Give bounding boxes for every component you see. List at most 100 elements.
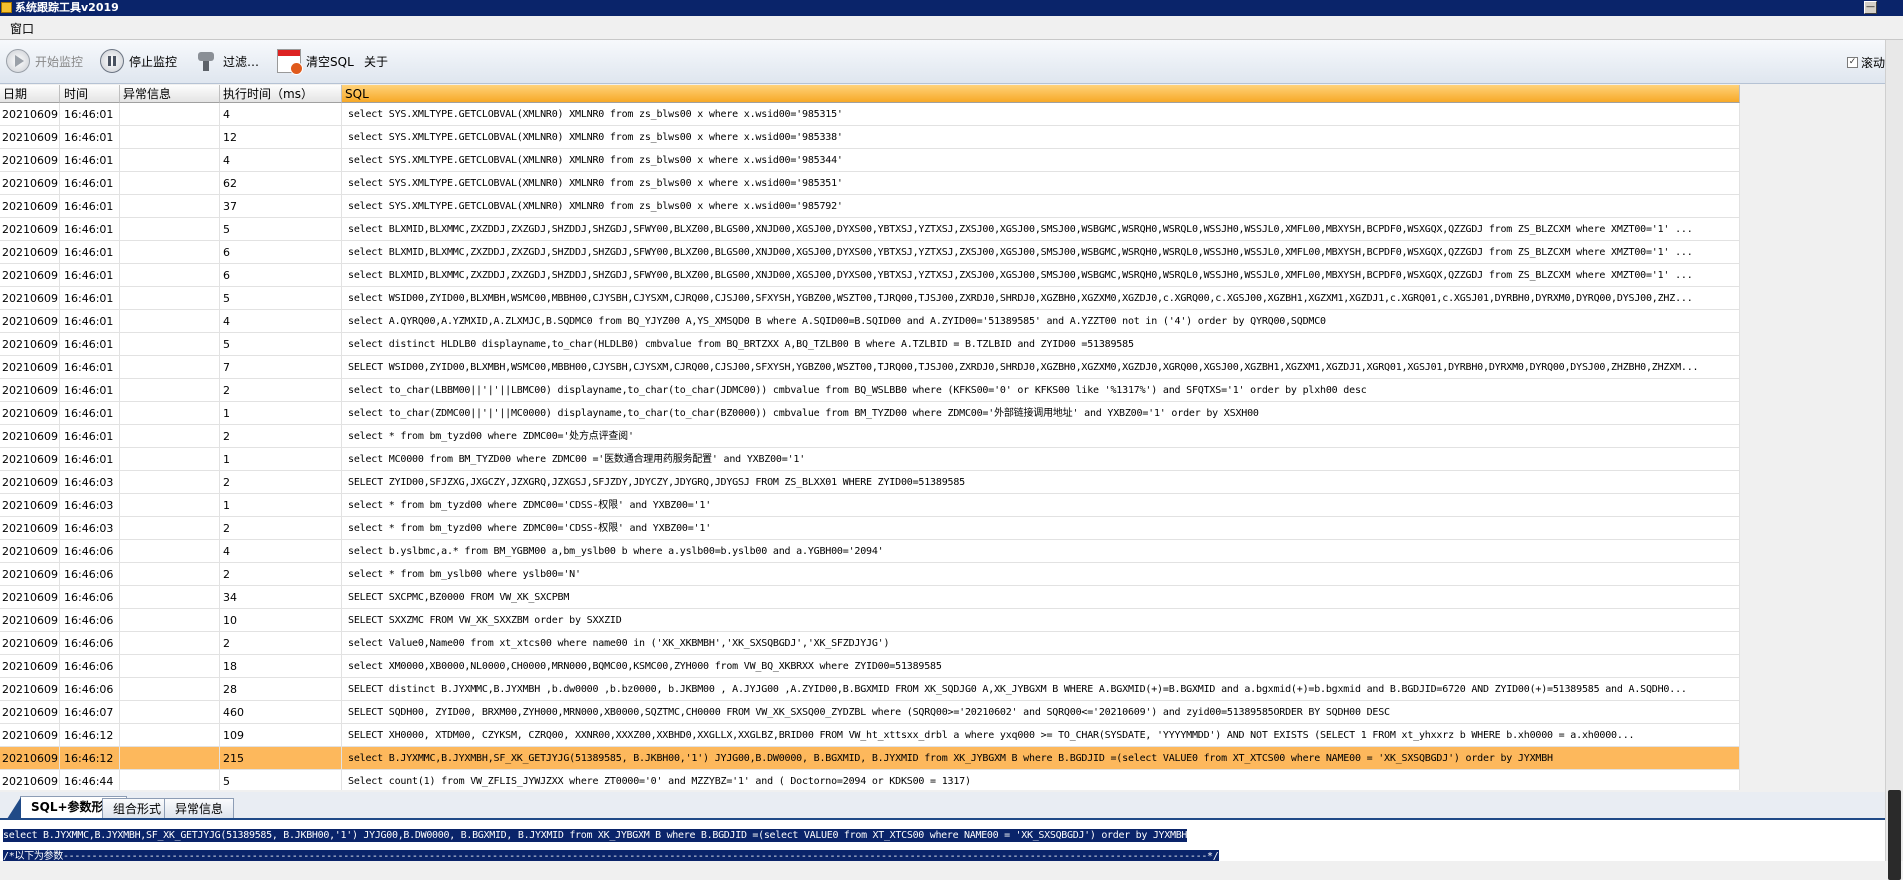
- cell-duration: 1: [220, 448, 342, 471]
- tab-exceptions[interactable]: 异常信息: [164, 798, 235, 818]
- table-row[interactable]: 20210609 16:46:12 215 select B.JYXMMC,B.JY…: [0, 747, 1740, 770]
- table-row[interactable]: 20210609 16:46:06 2 select * from bm_yslb00…: [0, 563, 1740, 586]
- table-row[interactable]: 20210609 16:46:01 4 select SYS.XMLTYPE.GETC…: [0, 103, 1740, 126]
- cell-sql: select WSID00,ZYID00,BLXMBH,WSMC00,MBBH0…: [342, 287, 1740, 310]
- cell-duration: 28: [220, 678, 342, 701]
- cell-duration: 2: [220, 379, 342, 402]
- cell-error: [120, 471, 220, 494]
- table-row[interactable]: 20210609 16:46:03 2 SELECT ZYID00,SFJZXG,JX…: [0, 471, 1740, 494]
- cell-time: 16:46:03: [60, 471, 120, 494]
- auto-scroll-label: 滚动: [1860, 56, 1885, 70]
- table-row[interactable]: 20210609 16:46:01 1 select MC0000 from BM_T…: [0, 448, 1740, 471]
- cell-error: [120, 103, 220, 126]
- cell-error: [120, 333, 220, 356]
- stop-monitor-button[interactable]: 停止监控: [100, 48, 177, 74]
- cell-time: 16:46:06: [60, 655, 120, 678]
- cell-duration: 4: [220, 310, 342, 333]
- cell-time: 16:46:06: [60, 609, 120, 632]
- table-row[interactable]: 20210609 16:46:06 28 SELECT distinct B.JYXM…: [0, 678, 1740, 701]
- cell-sql: SELECT ZYID00,SFJZXG,JXGCZY,JZXGRQ,JZXGS…: [342, 471, 1740, 494]
- cell-sql: select SYS.XMLTYPE.GETCLOBVAL(XMLNR0) XM…: [342, 172, 1740, 195]
- cell-duration: 2: [220, 471, 342, 494]
- column-header-sql[interactable]: SQL: [342, 85, 1740, 103]
- detail-tab-strip: SQL+参数形式 组合形式 异常信息: [0, 792, 1885, 820]
- cell-date: 20210609: [0, 264, 60, 287]
- about-button[interactable]: 关于: [364, 48, 388, 74]
- column-header-date[interactable]: 日期: [0, 85, 60, 103]
- column-header-duration[interactable]: 执行时间（ms）: [220, 85, 342, 103]
- table-row[interactable]: 20210609 16:46:06 34 SELECT SXCPMC,BZ0000 F…: [0, 586, 1740, 609]
- auto-scroll-checkbox[interactable]: ✓ 滚动: [1846, 54, 1885, 71]
- cell-date: 20210609: [0, 218, 60, 241]
- cell-duration: 34: [220, 586, 342, 609]
- cell-duration: 2: [220, 632, 342, 655]
- cell-error: [120, 563, 220, 586]
- cell-error: [120, 724, 220, 747]
- cell-duration: 6: [220, 264, 342, 287]
- table-row[interactable]: 20210609 16:46:06 2 select Value0,Name00 fr…: [0, 632, 1740, 655]
- column-header-time[interactable]: 时间: [60, 85, 120, 103]
- filter-button[interactable]: 过滤…: [194, 48, 259, 74]
- table-row[interactable]: 20210609 16:46:01 4 select A.QYRQ00,A.YZMXI…: [0, 310, 1740, 333]
- table-row[interactable]: 20210609 16:46:01 5 select WSID00,ZYID00,BL…: [0, 287, 1740, 310]
- cell-time: 16:46:06: [60, 632, 120, 655]
- table-row[interactable]: 20210609 16:46:12 109 SELECT XH0000, XTDM0…: [0, 724, 1740, 747]
- table-row[interactable]: 20210609 16:46:01 5 select distinct HLDLB0 …: [0, 333, 1740, 356]
- menu-window[interactable]: 窗口: [10, 20, 34, 37]
- cell-duration: 1: [220, 402, 342, 425]
- cell-duration: 4: [220, 103, 342, 126]
- stop-monitor-label: 停止监控: [129, 54, 178, 69]
- table-row[interactable]: 20210609 16:46:01 7 SELECT WSID00,ZYID00,BL…: [0, 356, 1740, 379]
- table-row[interactable]: 20210609 16:46:01 1 select to_char(ZDMC00||…: [0, 402, 1740, 425]
- table-row[interactable]: 20210609 16:46:44 5 Select count(1) from V…: [0, 770, 1740, 790]
- sql-detail-pane[interactable]: select B.JYXMMC,B.JYXMBH,SF_XK_GETJYJG(5…: [0, 820, 1885, 861]
- cell-date: 20210609: [0, 103, 60, 126]
- column-header-error[interactable]: 异常信息: [120, 85, 220, 103]
- cell-date: 20210609: [0, 540, 60, 563]
- filter-label: 过滤…: [223, 54, 260, 69]
- table-row[interactable]: 20210609 16:46:06 10 SELECT SXXZMC FROM VW_…: [0, 609, 1740, 632]
- toolbar: 开始监控 停止监控 过滤… 清空SQL 关于 ✓ 滚动: [0, 40, 1903, 84]
- clear-sql-button[interactable]: 清空SQL: [277, 48, 354, 75]
- table-row[interactable]: 20210609 16:46:01 2 select to_char(LBBM00||…: [0, 379, 1740, 402]
- cell-time: 16:46:01: [60, 402, 120, 425]
- table-row[interactable]: 20210609 16:46:01 6 select BLXMID,BLXMMC,ZX…: [0, 241, 1740, 264]
- cell-date: 20210609: [0, 517, 60, 540]
- start-monitor-button[interactable]: 开始监控: [6, 48, 83, 74]
- tab-combined[interactable]: 组合形式: [102, 798, 173, 818]
- table-row[interactable]: 20210609 16:46:06 18 select XM0000,XB0000,…: [0, 655, 1740, 678]
- cell-time: 16:46:01: [60, 264, 120, 287]
- vertical-scrollbar[interactable]: [1885, 40, 1903, 880]
- table-row[interactable]: 20210609 16:46:01 37 select SYS.XMLTYPE.GET…: [0, 195, 1740, 218]
- table-row[interactable]: 20210609 16:46:01 12 select SYS.XMLTYPE.GET…: [0, 126, 1740, 149]
- minimize-button[interactable]: —: [1864, 1, 1877, 14]
- cell-time: 16:46:06: [60, 586, 120, 609]
- cell-date: 20210609: [0, 747, 60, 770]
- calendar-clear-icon: [277, 49, 303, 75]
- cell-error: [120, 655, 220, 678]
- params-divider-line[interactable]: /*以下为参数---------------------------------…: [3, 850, 1219, 861]
- cell-time: 16:46:01: [60, 448, 120, 471]
- cell-error: [120, 517, 220, 540]
- table-row[interactable]: 20210609 16:46:01 4 select SYS.XMLTYPE.GETC…: [0, 149, 1740, 172]
- cell-error: [120, 287, 220, 310]
- cell-duration: 7: [220, 356, 342, 379]
- cell-time: 16:46:06: [60, 563, 120, 586]
- table-row[interactable]: 20210609 16:46:03 2 select * from bm_tyzd00…: [0, 517, 1740, 540]
- table-row[interactable]: 20210609 16:46:01 6 select BLXMID,BLXMMC,ZX…: [0, 264, 1740, 287]
- cell-date: 20210609: [0, 563, 60, 586]
- table-row[interactable]: 20210609 16:46:01 62 select SYS.XMLTYPE.GET…: [0, 172, 1740, 195]
- scrollbar-thumb[interactable]: [1888, 790, 1901, 880]
- cell-duration: 2: [220, 563, 342, 586]
- table-row[interactable]: 20210609 16:46:01 2 select * from bm_tyzd00…: [0, 425, 1740, 448]
- cell-date: 20210609: [0, 586, 60, 609]
- cell-time: 16:46:01: [60, 241, 120, 264]
- cell-sql: select BLXMID,BLXMMC,ZXZDDJ,ZXZGDJ,SHZDD…: [342, 218, 1740, 241]
- title-bar: 系统跟踪工具v2019 —: [0, 0, 1903, 16]
- table-row[interactable]: 20210609 16:46:01 5 select BLXMID,BLXMMC,ZX…: [0, 218, 1740, 241]
- cell-error: [120, 448, 220, 471]
- table-row[interactable]: 20210609 16:46:03 1 select * from bm_tyzd00…: [0, 494, 1740, 517]
- table-row[interactable]: 20210609 16:46:07 460 SELECT SQDH00, ZYID0…: [0, 701, 1740, 724]
- table-row[interactable]: 20210609 16:46:06 4 select b.yslbmc,a.* fro…: [0, 540, 1740, 563]
- sql-detail-line[interactable]: select B.JYXMMC,B.JYXMBH,SF_XK_GETJYJG(5…: [3, 829, 1187, 842]
